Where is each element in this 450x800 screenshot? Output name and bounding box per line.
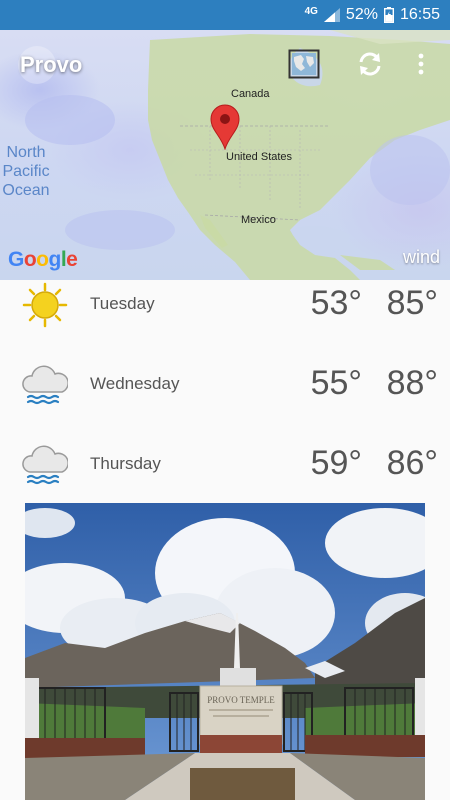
temple-photo-scene: PROVO TEMPLE <box>25 503 425 800</box>
status-bar: 4G 52% 16:55 <box>0 0 450 30</box>
refresh-icon <box>359 52 381 76</box>
forecast-high: 88° <box>386 364 438 402</box>
forecast-low: 53° <box>310 284 362 322</box>
sun-icon <box>22 282 68 328</box>
weather-map[interactable]: Provo Canada United States Mexico North … <box>0 30 450 280</box>
map-layer-label: wind <box>402 247 440 267</box>
google-logo: Google <box>8 248 78 271</box>
forecast-day: Tuesday <box>90 294 155 313</box>
signal-icon <box>323 8 340 22</box>
forecast-low: 59° <box>310 444 362 482</box>
forecast-row[interactable]: Wednesday 55° 88° <box>0 360 450 440</box>
rain-cloud-icon <box>22 445 68 485</box>
forecast-day: Thursday <box>90 454 161 473</box>
battery-icon <box>383 7 394 23</box>
map-view-button[interactable] <box>287 48 321 80</box>
refresh-button[interactable] <box>353 48 387 80</box>
map-label-mexico: Mexico <box>241 214 276 226</box>
forecast-high: 85° <box>386 284 438 322</box>
clock: 16:55 <box>399 6 440 23</box>
city-name[interactable]: Provo <box>20 52 82 78</box>
forecast-list: Tuesday 53° 85° Wednesday 55° 88° Thursd… <box>0 280 450 520</box>
network-type: 4G <box>304 6 318 17</box>
location-pin-icon[interactable] <box>209 104 241 150</box>
forecast-row[interactable]: Tuesday 53° 85° <box>0 280 450 360</box>
battery-percent: 52% <box>345 6 378 23</box>
more-options-button[interactable] <box>406 48 436 80</box>
forecast-day: Wednesday <box>90 374 180 393</box>
map-label-canada: Canada <box>231 88 270 100</box>
forecast-high: 86° <box>386 444 438 482</box>
map-label-ocean: North Pacific Ocean <box>2 144 50 199</box>
more-vert-icon <box>418 53 424 75</box>
map-label-united-states: United States <box>226 151 293 163</box>
city-photo: PROVO TEMPLE <box>25 503 425 800</box>
temple-sign-text: PROVO TEMPLE <box>207 695 275 705</box>
rain-cloud-icon <box>22 365 68 405</box>
map-icon <box>288 49 320 79</box>
forecast-low: 55° <box>310 364 362 402</box>
